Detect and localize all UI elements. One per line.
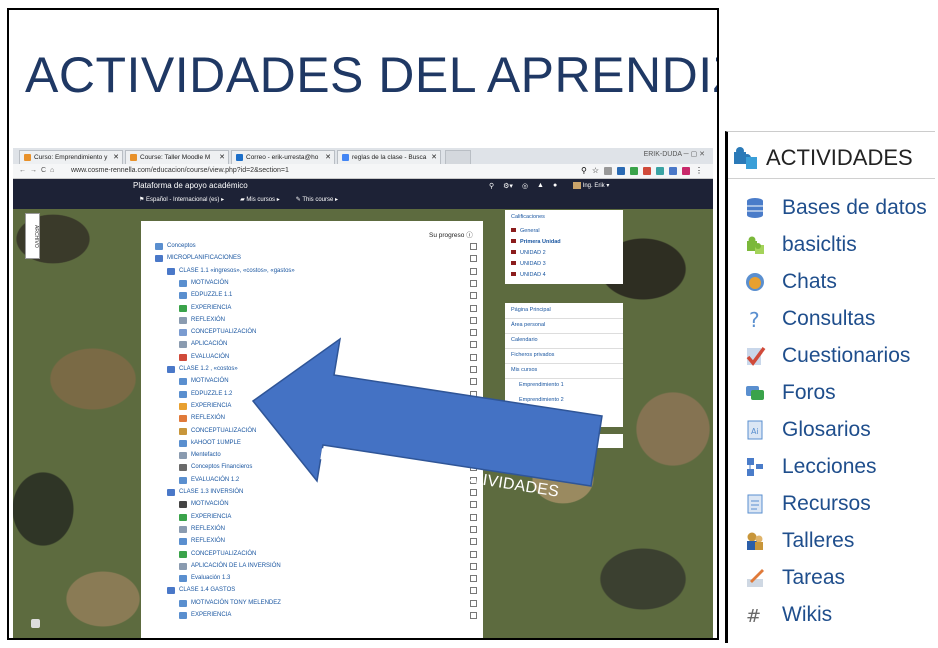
activity-type-item[interactable]: # Wikis bbox=[744, 600, 832, 630]
arrow-shape bbox=[251, 337, 603, 487]
activity-type-label: Foros bbox=[782, 381, 836, 404]
quiz-icon bbox=[744, 345, 766, 367]
browser-screenshot: reglas de la clase - Busca ✕ Correo - erik… bbox=[13, 148, 713, 638]
close-tab-icon[interactable]: ✕ bbox=[431, 151, 437, 164]
page-content: Plataforma de apoyo académico ⚑ Español … bbox=[13, 179, 713, 638]
menu-icon[interactable]: ⋮ bbox=[695, 167, 703, 175]
activity-type-item[interactable]: ? Consultas bbox=[744, 304, 875, 334]
svg-text:#: # bbox=[746, 606, 761, 626]
window-controls: ERIK-DUDA ─ ▢ ✕ bbox=[644, 150, 705, 158]
window-user-label: ERIK-DUDA bbox=[643, 151, 682, 158]
minimize-icon[interactable]: ─ bbox=[684, 151, 691, 158]
activities-title: ACTIVIDADES bbox=[766, 145, 913, 170]
activity-type-label: Glosarios bbox=[782, 418, 871, 441]
browser-tab-bar: reglas de la clase - Busca ✕ Correo - erik… bbox=[13, 148, 713, 165]
puzzle-icon bbox=[744, 234, 766, 256]
activity-type-item[interactable]: Cuestionarios bbox=[744, 341, 910, 371]
browser-tab[interactable]: Curso: Emprendimiento y ✕ bbox=[19, 150, 123, 164]
tab-favicon-icon bbox=[236, 154, 243, 161]
activity-type-item[interactable]: Tareas bbox=[744, 563, 845, 593]
address-bar: ←→C⌂ www.cosme-rennella.com/educacion/co… bbox=[13, 164, 713, 179]
extensions-bar: ⚲ ☆ ⋮ bbox=[581, 167, 703, 175]
activity-type-item[interactable]: Bases de datos bbox=[744, 193, 927, 223]
extension-icon[interactable] bbox=[630, 167, 638, 175]
activity-type-item[interactable]: Lecciones bbox=[744, 452, 877, 482]
lesson-icon bbox=[744, 456, 766, 478]
activity-type-item[interactable]: Foros bbox=[744, 378, 836, 408]
tab-label: Correo - erik-urresta@ho bbox=[246, 154, 319, 161]
tab-favicon-icon bbox=[342, 154, 349, 161]
activity-type-item[interactable]: Ai Glosarios bbox=[744, 415, 871, 445]
slide-title: ACTIVIDADES DEL APRENDIZAJE bbox=[25, 47, 717, 103]
activity-type-label: Talleres bbox=[782, 529, 855, 552]
activities-header: ACTIVIDADES bbox=[732, 145, 913, 171]
star-icon[interactable]: ☆ bbox=[592, 167, 599, 175]
activity-type-label: Tareas bbox=[782, 566, 846, 589]
activity-type-label: Bases de datos bbox=[782, 196, 927, 219]
browser-tab[interactable]: reglas de la clase - Busca ✕ bbox=[337, 150, 441, 164]
divider bbox=[728, 178, 935, 179]
extension-icon[interactable] bbox=[604, 167, 612, 175]
workshop-icon bbox=[744, 530, 766, 552]
extension-icon[interactable] bbox=[669, 167, 677, 175]
extension-icon[interactable] bbox=[656, 167, 664, 175]
extension-icon[interactable] bbox=[617, 167, 625, 175]
wiki-icon: # bbox=[744, 604, 766, 626]
extension-icon[interactable] bbox=[682, 167, 690, 175]
activity-type-item[interactable]: Talleres bbox=[744, 526, 854, 556]
close-window-icon[interactable]: ✕ bbox=[699, 151, 705, 158]
database-icon bbox=[744, 197, 766, 219]
navigation-buttons[interactable]: ←→C⌂ bbox=[19, 164, 58, 178]
activity-type-label: basicltis bbox=[782, 233, 857, 256]
search-icon[interactable]: ⚲ bbox=[581, 167, 587, 175]
activity-type-label: Recursos bbox=[782, 492, 871, 515]
glossary-icon: Ai bbox=[744, 419, 766, 441]
activity-type-label: Chats bbox=[782, 270, 837, 293]
activity-type-label: Lecciones bbox=[782, 455, 877, 478]
close-tab-icon[interactable]: ✕ bbox=[325, 151, 331, 164]
question-icon: ? bbox=[744, 308, 766, 330]
resource-icon bbox=[744, 493, 766, 515]
activities-panel: ACTIVIDADES Bases de datos basicltis Chats… bbox=[725, 131, 935, 643]
svg-text:Ai: Ai bbox=[751, 427, 759, 436]
svg-text:?: ? bbox=[749, 308, 760, 330]
tab-favicon-icon bbox=[130, 154, 137, 161]
forum-icon bbox=[744, 382, 766, 404]
tab-label: reglas de la clase - Busca bbox=[352, 154, 427, 161]
activity-type-item[interactable]: basicltis bbox=[744, 230, 857, 260]
extension-icon[interactable] bbox=[643, 167, 651, 175]
browser-tab[interactable]: Course: Taller Moodle M ✕ bbox=[125, 150, 229, 164]
activity-type-label: Consultas bbox=[782, 307, 876, 330]
new-tab-button[interactable] bbox=[445, 150, 471, 164]
url-field[interactable]: www.cosme-rennella.com/educacion/course/… bbox=[71, 164, 289, 178]
activity-type-item[interactable]: Chats bbox=[744, 267, 837, 297]
close-tab-icon[interactable]: ✕ bbox=[219, 151, 225, 164]
puzzle-icon bbox=[734, 147, 757, 169]
activity-type-label: Wikis bbox=[782, 603, 833, 626]
maximize-icon[interactable]: ▢ bbox=[691, 151, 700, 158]
tab-favicon-icon bbox=[24, 154, 31, 161]
tab-label: Curso: Emprendimiento y bbox=[34, 154, 108, 161]
close-tab-icon[interactable]: ✕ bbox=[113, 151, 119, 164]
activity-type-item[interactable]: Recursos bbox=[744, 489, 871, 519]
activity-type-label: Cuestionarios bbox=[782, 344, 911, 367]
slide: ACTIVIDADES DEL APRENDIZAJE reglas de la… bbox=[7, 8, 719, 640]
browser-tab[interactable]: Correo - erik-urresta@ho ✕ bbox=[231, 150, 335, 164]
assign-icon bbox=[744, 567, 766, 589]
chat-icon bbox=[744, 271, 766, 293]
tab-label: Course: Taller Moodle M bbox=[140, 154, 211, 161]
